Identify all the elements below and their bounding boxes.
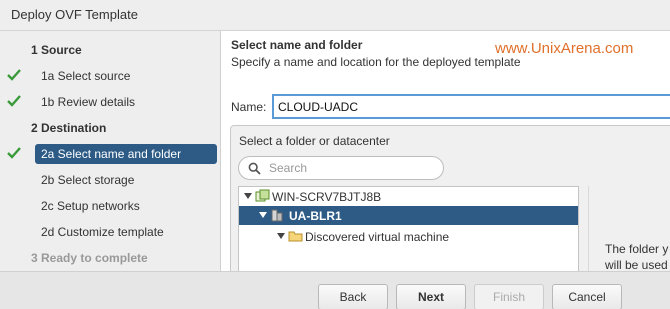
step-select-storage[interactable]: 2b Select storage — [0, 170, 221, 190]
folder-info-text: The folder y will be used — [605, 242, 669, 271]
search-input[interactable] — [269, 160, 439, 176]
tree-node-label: Discovered virtual machine — [305, 230, 450, 244]
vcenter-icon — [255, 189, 270, 202]
step-label: 2c Setup networks — [41, 199, 140, 213]
step-review-details[interactable]: 1b Review details — [0, 92, 221, 112]
name-input[interactable] — [272, 94, 670, 119]
wizard-content: Select name and folder Specify a name an… — [221, 31, 670, 271]
step-label: 2d Customize template — [41, 225, 164, 239]
expand-arrow-icon[interactable] — [259, 212, 267, 218]
step-setup-networks[interactable]: 2c Setup networks — [0, 196, 221, 216]
step-label: 1b Review details — [41, 95, 136, 109]
expand-arrow-icon[interactable] — [277, 233, 285, 239]
check-icon — [7, 69, 21, 81]
expand-arrow-icon[interactable] — [244, 193, 252, 199]
window-title: Deploy OVF Template — [11, 7, 138, 22]
wizard-footer: Back Next Finish Cancel — [0, 271, 670, 309]
folder-panel-title: Select a folder or datacenter — [239, 134, 390, 148]
tree-node-label: UA-BLR1 — [289, 209, 342, 223]
page-subtitle: Specify a name and location for the depl… — [231, 55, 521, 69]
window-titlebar: Deploy OVF Template — [0, 0, 670, 31]
page-title: Select name and folder — [231, 38, 363, 52]
back-button[interactable]: Back — [318, 284, 388, 309]
step-label: 1a Select source — [41, 69, 131, 83]
tree-node-folder[interactable]: Discovered virtual machine — [239, 227, 578, 246]
folder-selection-panel: Select a folder or datacenter WIN-SCRV7B… — [230, 125, 670, 271]
folder-icon — [288, 231, 303, 242]
cancel-button[interactable]: Cancel — [552, 284, 622, 309]
step-destination: 2 Destination — [0, 118, 221, 138]
search-box[interactable] — [238, 156, 444, 180]
tree-node-label: WIN-SCRV7BJTJ8B — [272, 190, 382, 204]
wizard-steps-sidebar: 1 Source 1a Select source 1b Review deta… — [0, 31, 221, 271]
step-select-name-and-folder[interactable]: 2a Select name and folder — [0, 144, 221, 164]
check-icon — [7, 95, 21, 107]
datacenter-icon — [271, 209, 283, 222]
step-customize-template[interactable]: 2d Customize template — [0, 222, 221, 242]
finish-button: Finish — [474, 284, 544, 309]
tree-node-vcenter[interactable]: WIN-SCRV7BJTJ8B — [239, 187, 578, 206]
tree-node-datacenter[interactable]: UA-BLR1 — [239, 206, 578, 225]
folder-tree: WIN-SCRV7BJTJ8B UA-BLR1 Discovered virtu… — [238, 186, 579, 271]
step-source: 1 Source — [0, 40, 221, 60]
name-label: Name: — [231, 100, 267, 114]
folder-info-pane: The folder y will be used — [588, 186, 670, 271]
step-ready-to-complete: 3 Ready to complete — [0, 248, 221, 268]
step-label: 2 Destination — [31, 121, 107, 135]
step-label: 1 Source — [31, 43, 82, 57]
step-select-source[interactable]: 1a Select source — [0, 66, 221, 86]
next-button[interactable]: Next — [396, 284, 466, 309]
step-label: 3 Ready to complete — [31, 251, 148, 265]
watermark: www.UnixArena.com — [495, 40, 634, 57]
search-icon — [248, 162, 261, 175]
check-icon — [7, 147, 21, 159]
step-label: 2b Select storage — [41, 173, 135, 187]
step-label: 2a Select name and folder — [41, 147, 182, 161]
